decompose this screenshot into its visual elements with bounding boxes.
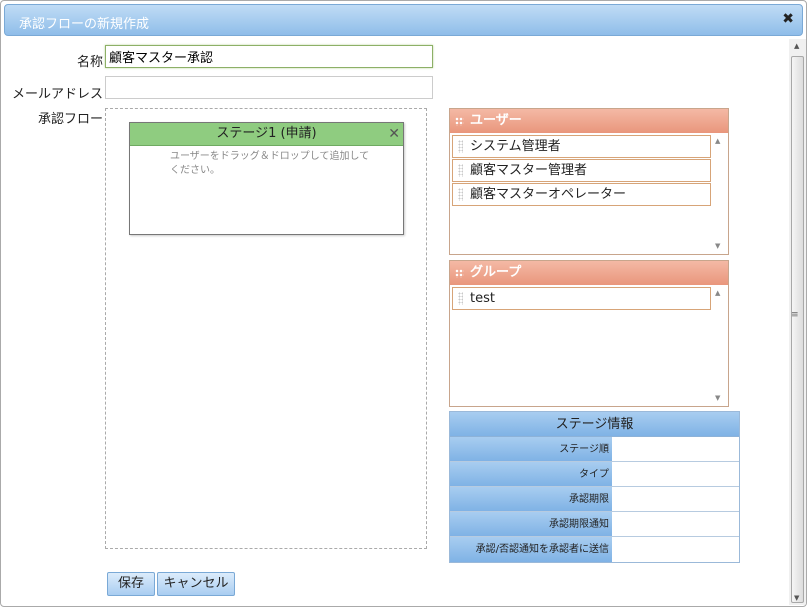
- drag-handle-icon: [458, 164, 463, 177]
- close-icon[interactable]: ✖: [782, 11, 794, 27]
- drag-handle-icon: [458, 188, 463, 201]
- scroll-thumb[interactable]: [791, 56, 804, 603]
- approval-flow-dropzone[interactable]: ステージ1 (申請) ✕ ユーザーをドラッグ＆ドロップして追加してください。: [105, 108, 427, 549]
- stage-card[interactable]: ステージ1 (申請) ✕ ユーザーをドラッグ＆ドロップして追加してください。: [129, 122, 404, 235]
- drag-handle-icon: [458, 140, 463, 153]
- user-item[interactable]: システム管理者: [452, 135, 711, 158]
- name-label: 名称: [76, 55, 103, 70]
- stage-info-table: ステージ情報 ステージ順 タイプ 承認期限 承認期限通知 承認/否認通知を承認者…: [449, 411, 740, 563]
- grip-icon: [455, 269, 464, 278]
- groups-panel-header: グループ: [450, 261, 728, 285]
- stage-header: ステージ1 (申請) ✕: [130, 123, 403, 146]
- scroll-up-icon[interactable]: ▲: [715, 137, 720, 145]
- cancel-button[interactable]: キャンセル: [157, 572, 235, 596]
- scroll-down-icon[interactable]: ▼: [794, 594, 799, 602]
- scroll-grip-icon: ≡: [791, 310, 799, 320]
- scroll-down-icon[interactable]: ▼: [715, 242, 720, 250]
- scroll-up-icon[interactable]: ▲: [794, 42, 799, 50]
- grip-icon: [455, 117, 464, 126]
- user-item[interactable]: 顧客マスター管理者: [452, 159, 711, 182]
- scroll-up-icon[interactable]: ▲: [715, 289, 720, 297]
- users-panel: ユーザー システム管理者 顧客マスター管理者 顧客マスターオペレーター ▲ ▼: [449, 108, 729, 255]
- email-input[interactable]: [105, 76, 433, 99]
- groups-list: test: [451, 286, 711, 405]
- stage-info-label: 承認期限: [450, 487, 612, 511]
- stage-info-row: タイプ: [450, 462, 739, 487]
- groups-scrollbar[interactable]: ▲ ▼: [712, 286, 727, 405]
- stage-info-value: [612, 537, 739, 562]
- stage-title: ステージ1 (申請): [216, 126, 317, 141]
- stage-info-value: [612, 512, 739, 536]
- stage-info-value: [612, 487, 739, 511]
- users-panel-header: ユーザー: [450, 109, 728, 133]
- user-item[interactable]: 顧客マスターオペレーター: [452, 183, 711, 206]
- approval-flow-dialog: 承認フローの新規作成 ✖ 名称 メールアドレス 承認フロー ステージ1 (申請)…: [0, 0, 807, 607]
- stage-info-value: [612, 437, 739, 461]
- stage-info-title: ステージ情報: [450, 412, 739, 437]
- dialog-titlebar[interactable]: 承認フローの新規作成 ✖: [4, 4, 803, 36]
- group-item[interactable]: test: [452, 287, 711, 310]
- dialog-scrollbar[interactable]: ▲ ≡ ▼: [789, 39, 806, 605]
- drag-handle-icon: [458, 292, 463, 305]
- stage-close-icon[interactable]: ✕: [388, 123, 400, 145]
- groups-panel: グループ test ▲ ▼: [449, 260, 729, 407]
- users-list: システム管理者 顧客マスター管理者 顧客マスターオペレーター: [451, 134, 711, 253]
- stage-info-row: ステージ順: [450, 437, 739, 462]
- save-button[interactable]: 保存: [107, 572, 155, 596]
- stage-info-row: 承認/否認通知を承認者に送信: [450, 537, 739, 562]
- groups-panel-title: グループ: [470, 265, 522, 280]
- name-input[interactable]: [105, 45, 433, 68]
- flow-label: 承認フロー: [37, 112, 103, 127]
- stage-info-label: 承認/否認通知を承認者に送信: [450, 537, 612, 562]
- email-label: メールアドレス: [11, 87, 103, 102]
- scroll-down-icon[interactable]: ▼: [715, 394, 720, 402]
- users-scrollbar[interactable]: ▲ ▼: [712, 134, 727, 253]
- stage-hint: ユーザーをドラッグ＆ドロップして追加してください。: [170, 151, 370, 176]
- stage-info-value: [612, 462, 739, 486]
- stage-info-row: 承認期限通知: [450, 512, 739, 537]
- stage-info-label: タイプ: [450, 462, 612, 486]
- stage-info-label: ステージ順: [450, 437, 612, 461]
- stage-info-label: 承認期限通知: [450, 512, 612, 536]
- dialog-title: 承認フローの新規作成: [19, 17, 150, 32]
- stage-info-row: 承認期限: [450, 487, 739, 512]
- users-panel-title: ユーザー: [470, 113, 522, 128]
